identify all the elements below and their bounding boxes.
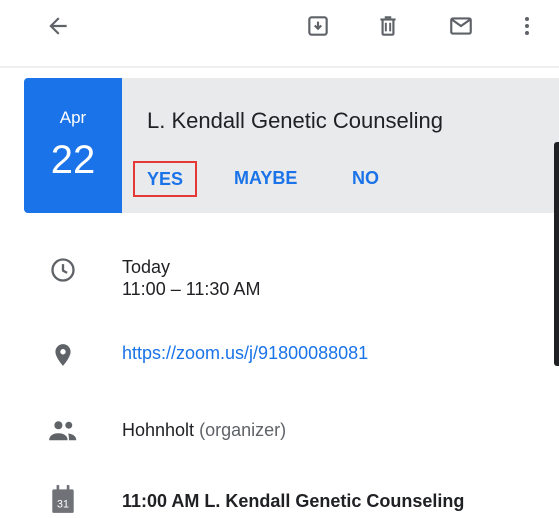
event-time-range: 11:00 – 11:30 AM bbox=[122, 279, 261, 299]
clock-icon bbox=[48, 255, 78, 285]
event-card: Apr 22 L. Kendall Genetic Counseling YES… bbox=[24, 78, 559, 213]
calendar-icon-day: 31 bbox=[57, 499, 69, 511]
location-pin-icon bbox=[48, 340, 78, 370]
organizer: Hohnholt (organizer) bbox=[122, 420, 286, 441]
toolbar-divider bbox=[0, 66, 559, 68]
rsvp-maybe-button[interactable]: MAYBE bbox=[234, 168, 297, 189]
organizer-role: (organizer) bbox=[199, 420, 287, 440]
organizer-name: Hohnholt bbox=[122, 420, 195, 440]
event-day: 22 bbox=[50, 138, 96, 182]
event-day-label: Today bbox=[122, 257, 171, 277]
archive-icon bbox=[308, 16, 328, 36]
date-block: Apr 22 bbox=[24, 78, 122, 213]
top-app-bar bbox=[0, 0, 559, 56]
back-button[interactable] bbox=[38, 6, 78, 46]
event-month: Apr bbox=[59, 108, 87, 127]
zoom-meeting-link[interactable]: https://zoom.us/j/91800088081 bbox=[122, 343, 368, 364]
mark-unread-button[interactable] bbox=[441, 6, 481, 46]
calendar-icon: 31 bbox=[48, 484, 78, 514]
delete-button[interactable] bbox=[368, 6, 408, 46]
event-title: L. Kendall Genetic Counseling bbox=[147, 108, 443, 133]
rsvp-no-button[interactable]: NO bbox=[352, 168, 379, 189]
people-icon bbox=[48, 416, 78, 446]
scroll-handle[interactable] bbox=[554, 142, 559, 366]
rsvp-yes-button[interactable]: YES bbox=[133, 161, 197, 197]
agenda-item[interactable]: 11:00 AM L. Kendall Genetic Counseling bbox=[122, 491, 464, 512]
arrow-back-icon bbox=[49, 17, 67, 35]
more-options-button[interactable] bbox=[507, 6, 547, 46]
rsvp-yes-label: YES bbox=[146, 168, 184, 189]
more-vert-icon bbox=[525, 17, 529, 35]
mail-icon bbox=[450, 17, 472, 35]
trash-icon bbox=[380, 16, 396, 36]
archive-button[interactable] bbox=[298, 6, 338, 46]
